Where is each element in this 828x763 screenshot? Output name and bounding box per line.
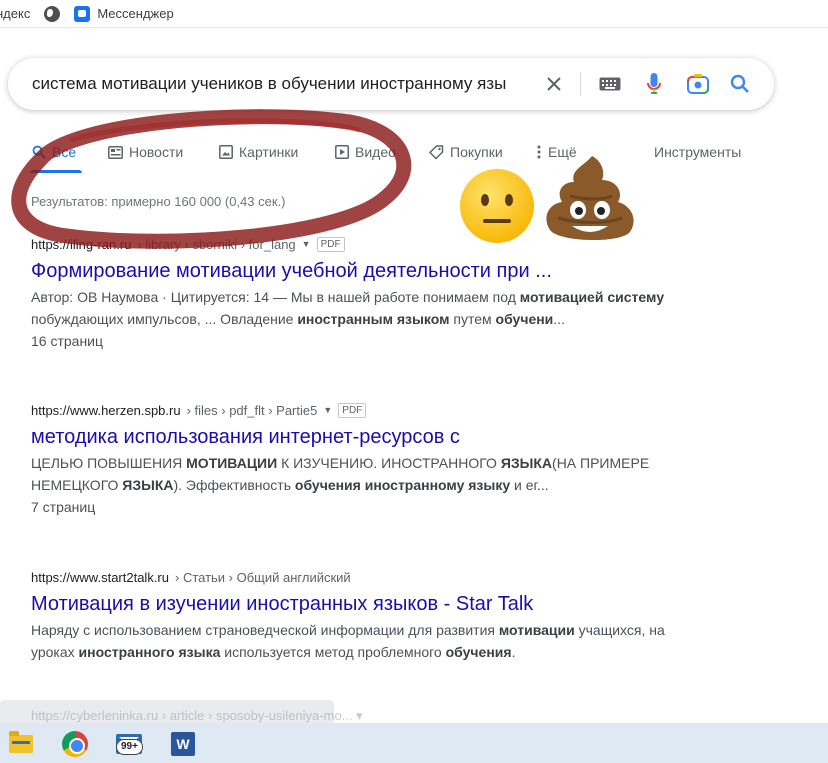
chrome-taskbar-button[interactable] xyxy=(60,729,90,759)
tab-label: Видео xyxy=(355,144,396,160)
result-cite[interactable]: https://www.start2talk.ru › Статьи › Общ… xyxy=(31,567,711,587)
word-icon: W xyxy=(171,732,195,756)
tab-images[interactable]: Картинки xyxy=(218,144,298,160)
result-cite[interactable]: https://www.herzen.spb.ru › files › pdf_… xyxy=(31,400,711,420)
search-box: система мотивации учеников в обучении ин… xyxy=(8,58,774,110)
search-divider xyxy=(580,72,581,96)
search-icon xyxy=(31,145,46,160)
result-snippet: ЦЕЛЬЮ ПОВЫШЕНИЯ МОТИВАЦИИ К ИЗУЧЕНИЮ. ИН… xyxy=(31,455,650,493)
clear-search-button[interactable] xyxy=(540,70,568,98)
active-tab-indicator xyxy=(30,170,82,173)
news-icon xyxy=(108,145,123,160)
bookmark-yandex[interactable]: ндекс xyxy=(0,6,30,21)
neutral-face-emoji-icon xyxy=(460,169,534,243)
pdf-badge: PDF xyxy=(338,402,367,418)
file-explorer-button[interactable] xyxy=(6,729,36,759)
tab-tools[interactable]: Инструменты xyxy=(654,144,741,160)
word-taskbar-button[interactable]: W xyxy=(168,729,198,759)
pile-of-poo-emoji-icon xyxy=(546,156,634,241)
result-title-link[interactable]: Мотивация в изучении иностранных языков … xyxy=(31,590,711,618)
result-url: https://iling-ran.ru xyxy=(31,236,132,252)
search-input[interactable]: система мотивации учеников в обучении ин… xyxy=(32,74,532,94)
tab-video[interactable]: Видео xyxy=(334,144,396,160)
faded-result-cite[interactable]: https://cyberleninka.ru › article › spos… xyxy=(31,708,363,724)
search-icon xyxy=(730,74,749,93)
result-path: › library › sborniki › for_lang xyxy=(137,236,296,252)
microphone-icon xyxy=(647,73,661,94)
video-icon xyxy=(334,145,349,160)
result-page-count: 16 страниц xyxy=(31,333,104,349)
tag-icon xyxy=(429,144,444,160)
result-snippet: Наряду с использованием страноведческой … xyxy=(31,622,665,660)
tab-news[interactable]: Новости xyxy=(108,144,183,160)
folder-icon xyxy=(9,731,33,753)
result-url: https://www.start2talk.ru xyxy=(31,569,169,585)
bookmark-messenger[interactable]: Мессенджер xyxy=(74,5,174,22)
bookmark-label: Мессенджер xyxy=(97,6,174,21)
tab-label: Все xyxy=(52,144,77,160)
tab-label: Инструменты xyxy=(654,144,742,160)
result-path: › Статьи › Общий английский xyxy=(175,569,351,585)
keyboard-icon xyxy=(599,77,621,91)
mail-unread-badge: 99+ xyxy=(116,739,143,755)
globe-icon xyxy=(44,5,61,22)
chevron-down-icon[interactable]: ▼ xyxy=(302,239,311,249)
image-icon xyxy=(218,145,233,160)
search-result: https://www.start2talk.ru › Статьи › Общ… xyxy=(31,567,711,663)
pdf-badge: PDF xyxy=(316,236,345,252)
virtual-keyboard-button[interactable] xyxy=(596,70,624,98)
tab-label: Покупки xyxy=(450,144,503,160)
camera-lens-icon xyxy=(687,74,709,94)
result-path: › files › pdf_flt › Partie5 xyxy=(186,402,318,418)
tab-label: Новости xyxy=(129,144,184,160)
chevron-down-icon[interactable]: ▼ xyxy=(323,405,332,415)
result-title-link[interactable]: Формирование мотивации учебной деятельно… xyxy=(31,257,711,285)
result-stats: Результатов: примерно 160 000 (0,43 сек.… xyxy=(31,194,286,209)
result-page-count: 7 страниц xyxy=(31,499,96,515)
tab-label: Картинки xyxy=(239,144,299,160)
result-url: https://www.herzen.spb.ru xyxy=(31,402,181,418)
search-button[interactable] xyxy=(726,70,754,98)
search-result: https://iling-ran.ru › library › sbornik… xyxy=(31,234,711,352)
close-icon xyxy=(547,77,561,91)
result-snippet: Автор: ОВ Наумова · Цитируется: 14 — Мы … xyxy=(31,289,665,327)
search-tabs: Все Новости Картинки Видео Покупки Ещё И… xyxy=(0,140,828,173)
tab-shopping[interactable]: Покупки xyxy=(429,144,503,160)
image-search-button[interactable] xyxy=(684,70,712,98)
tab-all[interactable]: Все xyxy=(31,144,76,160)
search-result: https://www.herzen.spb.ru › files › pdf_… xyxy=(31,400,711,518)
result-title-link[interactable]: методика использования интернет-ресурсов… xyxy=(31,423,711,451)
voice-search-button[interactable] xyxy=(640,70,668,98)
bookmark-label: ндекс xyxy=(0,6,31,21)
chrome-icon xyxy=(62,731,88,757)
bookmarks-bar: ндекс Мессенджер xyxy=(0,0,828,28)
messenger-icon xyxy=(74,5,91,22)
bookmark-globe[interactable] xyxy=(44,5,61,22)
